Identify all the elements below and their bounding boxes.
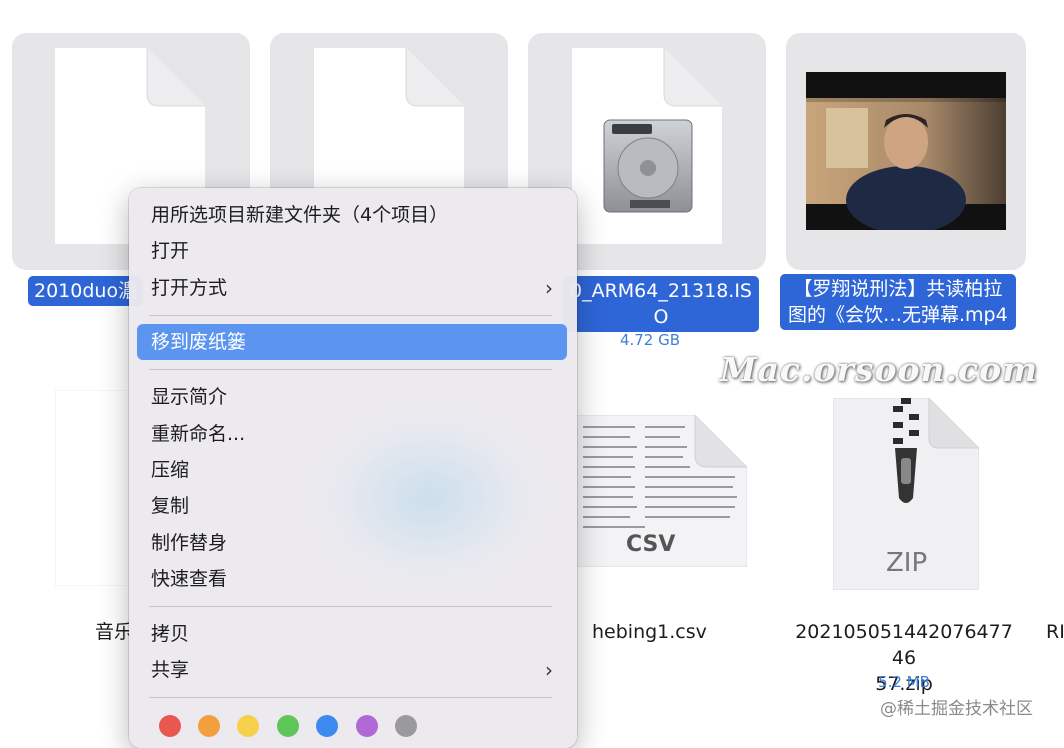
menu-item-copy[interactable]: 拷贝 — [137, 616, 567, 652]
menu-item-move-to-trash[interactable]: 移到废纸篓 — [137, 324, 567, 360]
chevron-right-icon: › — [545, 658, 553, 682]
menu-item-compress[interactable]: 压缩 — [137, 452, 567, 488]
menu-item-rename[interactable]: 重新命名... — [137, 416, 567, 452]
menu-item-label: 显示简介 — [151, 386, 228, 408]
menu-item-label: 快速查看 — [151, 568, 228, 590]
menu-item-label: 重新命名... — [151, 423, 246, 445]
file-name-line1: 202105051442076477 46 — [795, 621, 1013, 669]
menu-item-label: 打开 — [151, 240, 190, 262]
file-name-line1: 0_ARM64_21318.IS — [569, 280, 752, 302]
file-name-5[interactable]: 音乐 — [95, 619, 133, 645]
disk-image-icon — [603, 119, 693, 213]
file-name-9[interactable]: RI — [1046, 619, 1064, 645]
tag-blue[interactable] — [316, 715, 338, 737]
file-size-8: 5.2 MB — [878, 673, 930, 691]
video-thumbnail — [806, 72, 1006, 230]
chevron-right-icon: › — [545, 276, 553, 300]
file-name-line1: 【罗翔说刑法】共读柏拉 — [793, 278, 1003, 300]
menu-item-label: 移到废纸篓 — [151, 331, 247, 353]
menu-item-open-with[interactable]: 打开方式 › — [137, 270, 567, 306]
csv-icon-label: CSV — [626, 532, 676, 557]
tag-yellow[interactable] — [237, 715, 259, 737]
tag-gray[interactable] — [395, 715, 417, 737]
tag-purple[interactable] — [356, 715, 378, 737]
menu-item-label: 拷贝 — [151, 623, 190, 645]
file-size-3: 4.72 GB — [619, 331, 681, 349]
menu-item-open[interactable]: 打开 — [137, 233, 567, 269]
file-name-4[interactable]: 【罗翔说刑法】共读柏拉 图的《会饮…无弹幕.mp4 — [780, 274, 1016, 330]
menu-item-get-info[interactable]: 显示简介 — [137, 379, 567, 415]
menu-separator — [149, 697, 552, 698]
zip-icon-label: ZIP — [886, 548, 928, 578]
context-menu: 用所选项目新建文件夹（4个项目） 打开 打开方式 › 移到废纸篓 显示简介 重新命… — [129, 188, 577, 748]
menu-separator — [149, 369, 552, 370]
menu-item-quick-look[interactable]: 快速查看 — [137, 561, 567, 597]
menu-item-new-folder-with-selection[interactable]: 用所选项目新建文件夹（4个项目） — [137, 197, 567, 233]
menu-separator — [149, 606, 552, 607]
menu-item-share[interactable]: 共享 › — [137, 652, 567, 688]
file-name-1[interactable]: 2010duo濃 — [28, 276, 144, 306]
tag-green[interactable] — [277, 715, 299, 737]
tag-orange[interactable] — [198, 715, 220, 737]
menu-item-label: 制作替身 — [151, 532, 228, 554]
menu-item-label: 用所选项目新建文件夹（4个项目） — [151, 204, 449, 226]
menu-item-label: 打开方式 — [151, 277, 228, 299]
menu-item-label: 复制 — [151, 495, 190, 517]
menu-item-duplicate[interactable]: 复制 — [137, 488, 567, 524]
tag-red[interactable] — [159, 715, 181, 737]
file-name-3[interactable]: 0_ARM64_21318.IS O — [563, 276, 759, 332]
file-name-line2: 图的《会饮…无弹幕.mp4 — [788, 304, 1008, 326]
menu-item-label: 压缩 — [151, 459, 190, 481]
menu-item-label: 共享 — [151, 659, 190, 681]
menu-separator — [149, 315, 552, 316]
file-name-7[interactable]: hebing1.csv — [592, 619, 707, 645]
menu-item-make-alias[interactable]: 制作替身 — [137, 525, 567, 561]
file-name-line2: O — [653, 306, 669, 328]
watermark: Mac.orsoon.com — [720, 350, 1038, 389]
site-credit: @稀土掘金技术社区 — [880, 699, 1033, 719]
